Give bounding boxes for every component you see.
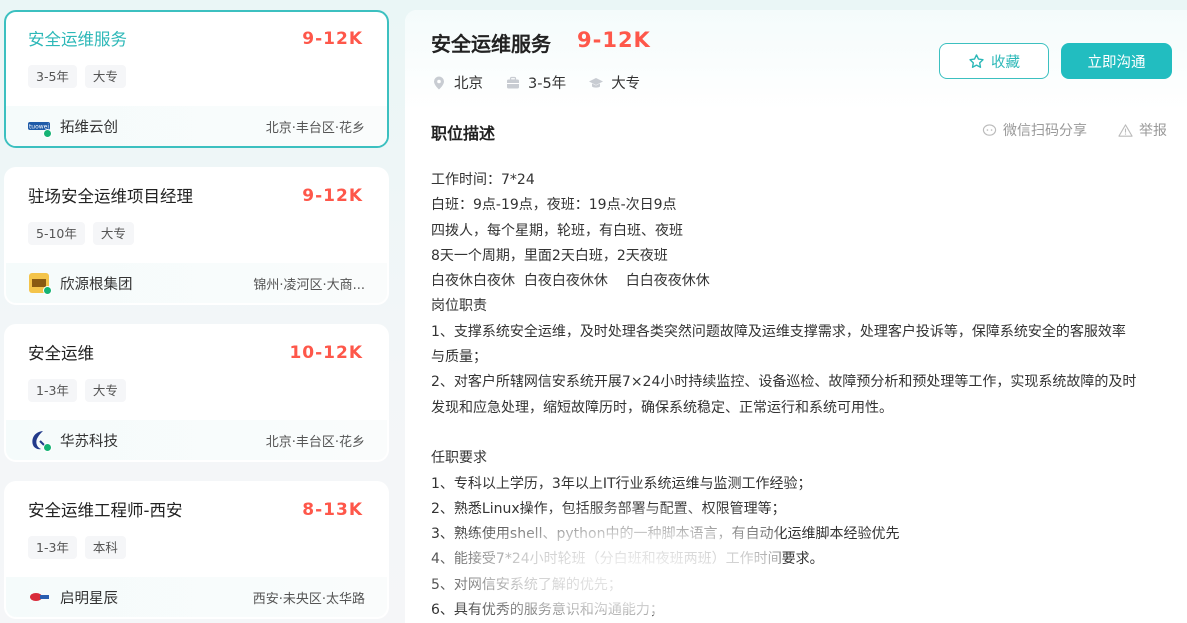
graduation-cap-icon xyxy=(589,77,604,88)
job-tags: 1-3年 本科 xyxy=(28,536,365,559)
online-dot-icon xyxy=(43,129,52,138)
job-salary: 9-12K xyxy=(302,29,363,49)
company-name: 华苏科技 xyxy=(60,433,118,450)
company-name: 启明星辰 xyxy=(60,590,118,607)
tag-degree: 大专 xyxy=(92,222,134,245)
job-location: 锦州·凌河区·大商... xyxy=(253,277,365,293)
company-logo xyxy=(28,429,52,452)
report-link[interactable]: 举报 xyxy=(1118,120,1167,140)
description-line xyxy=(431,421,1175,446)
job-card[interactable]: 驻场安全运维项目经理 9-12K 5-10年 大专 欣源根集团 锦州·凌河区·大… xyxy=(4,167,389,305)
chat-now-button-label: 立即沟通 xyxy=(1087,54,1146,71)
detail-title: 安全运维服务 xyxy=(431,32,551,56)
location-pin-icon xyxy=(434,76,444,89)
company-row: 华苏科技 北京·丰台区·花乡 xyxy=(6,420,387,460)
company-row: tuowei 拓维云创 北京·丰台区·花乡 xyxy=(6,106,387,146)
tag-degree: 大专 xyxy=(84,379,126,402)
job-tags: 3-5年 大专 xyxy=(28,65,365,88)
company-row: 欣源根集团 锦州·凌河区·大商... xyxy=(6,263,387,303)
description-line: 四拨人，每个星期，轮班，有白班、夜班 xyxy=(431,222,683,239)
description-line: 2、熟悉Linux操作，包括服务部署与配置、权限管理等； xyxy=(431,500,786,517)
description-line: 岗位职责 xyxy=(431,298,487,315)
description-line: 3、熟练使用shell、python中的一种脚本语言，有自动化运维脚本经验优先 xyxy=(431,526,900,543)
meta-degree: 大专 xyxy=(588,72,640,93)
briefcase-icon xyxy=(507,76,519,88)
detail-salary: 9-12K xyxy=(577,28,651,52)
tag-experience: 3-5年 xyxy=(28,65,77,88)
description-line: 白夜休白夜休 白夜白夜休休 白白夜夜休休 xyxy=(431,273,710,290)
description-line: 4、能接受7*24小时轮班（分白班和夜班两班）工作时间要求。 xyxy=(431,551,824,568)
meta-experience: 3-5年 xyxy=(505,72,566,93)
job-card[interactable]: 安全运维工程师-西安 8-13K 1-3年 本科 启明星辰 西安·未央区·太华路 xyxy=(4,481,389,619)
job-detail-panel: 安全运维服务 9-12K 北京 3-5年 大专 收藏 立即沟通 职位描述 微信扫… xyxy=(405,10,1187,623)
section-title: 职位描述 xyxy=(431,124,496,143)
meta-experience-label: 3-5年 xyxy=(528,76,567,92)
company-name: 欣源根集团 xyxy=(60,276,133,293)
company-logo xyxy=(28,272,52,295)
tag-experience: 5-10年 xyxy=(28,222,85,245)
description-line: 2、对客户所辖网信安系统开展7×24小时持续监控、设备巡检、故障预分析和预处理等… xyxy=(431,374,1137,391)
job-card-header: 驻场安全运维项目经理 9-12K 5-10年 大专 xyxy=(6,169,387,265)
job-salary: 10-12K xyxy=(289,343,363,363)
description-line: 任职要求 xyxy=(431,450,487,467)
company-name: 拓维云创 xyxy=(60,119,118,136)
job-list: 安全运维服务 9-12K 3-5年 大专 tuowei 拓维云创 北京·丰台区·… xyxy=(0,0,392,623)
warning-icon xyxy=(1118,123,1133,137)
report-label: 举报 xyxy=(1139,123,1167,139)
description-line: 白班：9点-19点，夜班：19点-次日9点 xyxy=(431,197,677,214)
job-description: 工作时间：7*24 白班：9点-19点，夜班：19点-次日9点 四拨人，每个星期… xyxy=(431,168,1175,623)
wechat-share-link[interactable]: 微信扫码分享 xyxy=(982,120,1087,140)
job-card-header: 安全运维服务 9-12K 3-5年 大专 xyxy=(6,12,387,108)
job-location: 北京·丰台区·花乡 xyxy=(265,434,365,450)
job-salary: 8-13K xyxy=(302,500,363,520)
job-card-header: 安全运维 10-12K 1-3年 大专 xyxy=(6,326,387,422)
job-tags: 5-10年 大专 xyxy=(28,222,365,245)
description-line: 8天一个周期，里面2天白班，2天夜班 xyxy=(431,247,668,264)
meta-city: 北京 xyxy=(431,72,483,93)
tag-degree: 大专 xyxy=(84,65,126,88)
description-line: 与质量； xyxy=(431,349,487,366)
wechat-icon xyxy=(982,123,997,136)
job-salary: 9-12K xyxy=(302,186,363,206)
share-label: 微信扫码分享 xyxy=(1003,123,1087,139)
chat-now-button[interactable]: 立即沟通 xyxy=(1061,43,1172,79)
favorite-button[interactable]: 收藏 xyxy=(939,43,1049,79)
star-icon xyxy=(969,53,984,68)
job-location: 北京·丰台区·花乡 xyxy=(265,120,365,136)
job-card[interactable]: 安全运维服务 9-12K 3-5年 大专 tuowei 拓维云创 北京·丰台区·… xyxy=(4,10,389,148)
tag-experience: 1-3年 xyxy=(28,379,77,402)
online-dot-icon xyxy=(43,286,52,295)
job-card-header: 安全运维工程师-西安 8-13K 1-3年 本科 xyxy=(6,483,387,579)
description-line: 发现和应急处理，缩短故障历时，确保系统稳定、正常运行和系统可用性。 xyxy=(431,399,893,416)
description-line: 5、对网信安系统了解的优先； xyxy=(431,576,622,593)
meta-city-label: 北京 xyxy=(454,76,483,92)
company-row: 启明星辰 西安·未央区·太华路 xyxy=(6,577,387,617)
favorite-button-label: 收藏 xyxy=(991,54,1020,71)
job-card[interactable]: 安全运维 10-12K 1-3年 大专 华苏科技 北京·丰台区·花乡 xyxy=(4,324,389,462)
meta-degree-label: 大专 xyxy=(611,76,641,92)
online-dot-icon xyxy=(43,443,52,452)
company-logo xyxy=(28,586,50,608)
company-logo: tuowei xyxy=(28,115,52,138)
job-location: 西安·未央区·太华路 xyxy=(252,591,365,607)
job-tags: 1-3年 大专 xyxy=(28,379,365,402)
description-line: 6、具有优秀的服务意识和沟通能力； xyxy=(431,602,664,619)
description-line: 1、专科以上学历，3年以上IT行业系统运维与监测工作经验； xyxy=(431,475,812,492)
description-line: 1、支撑系统安全运维，及时处理各类突然问题故障及运维支撑需求，处理客户投诉等，保… xyxy=(431,323,1126,340)
tag-degree: 本科 xyxy=(84,536,126,559)
description-line: 工作时间：7*24 xyxy=(431,172,535,188)
tag-experience: 1-3年 xyxy=(28,536,77,559)
detail-meta: 北京 3-5年 大专 xyxy=(431,72,640,93)
